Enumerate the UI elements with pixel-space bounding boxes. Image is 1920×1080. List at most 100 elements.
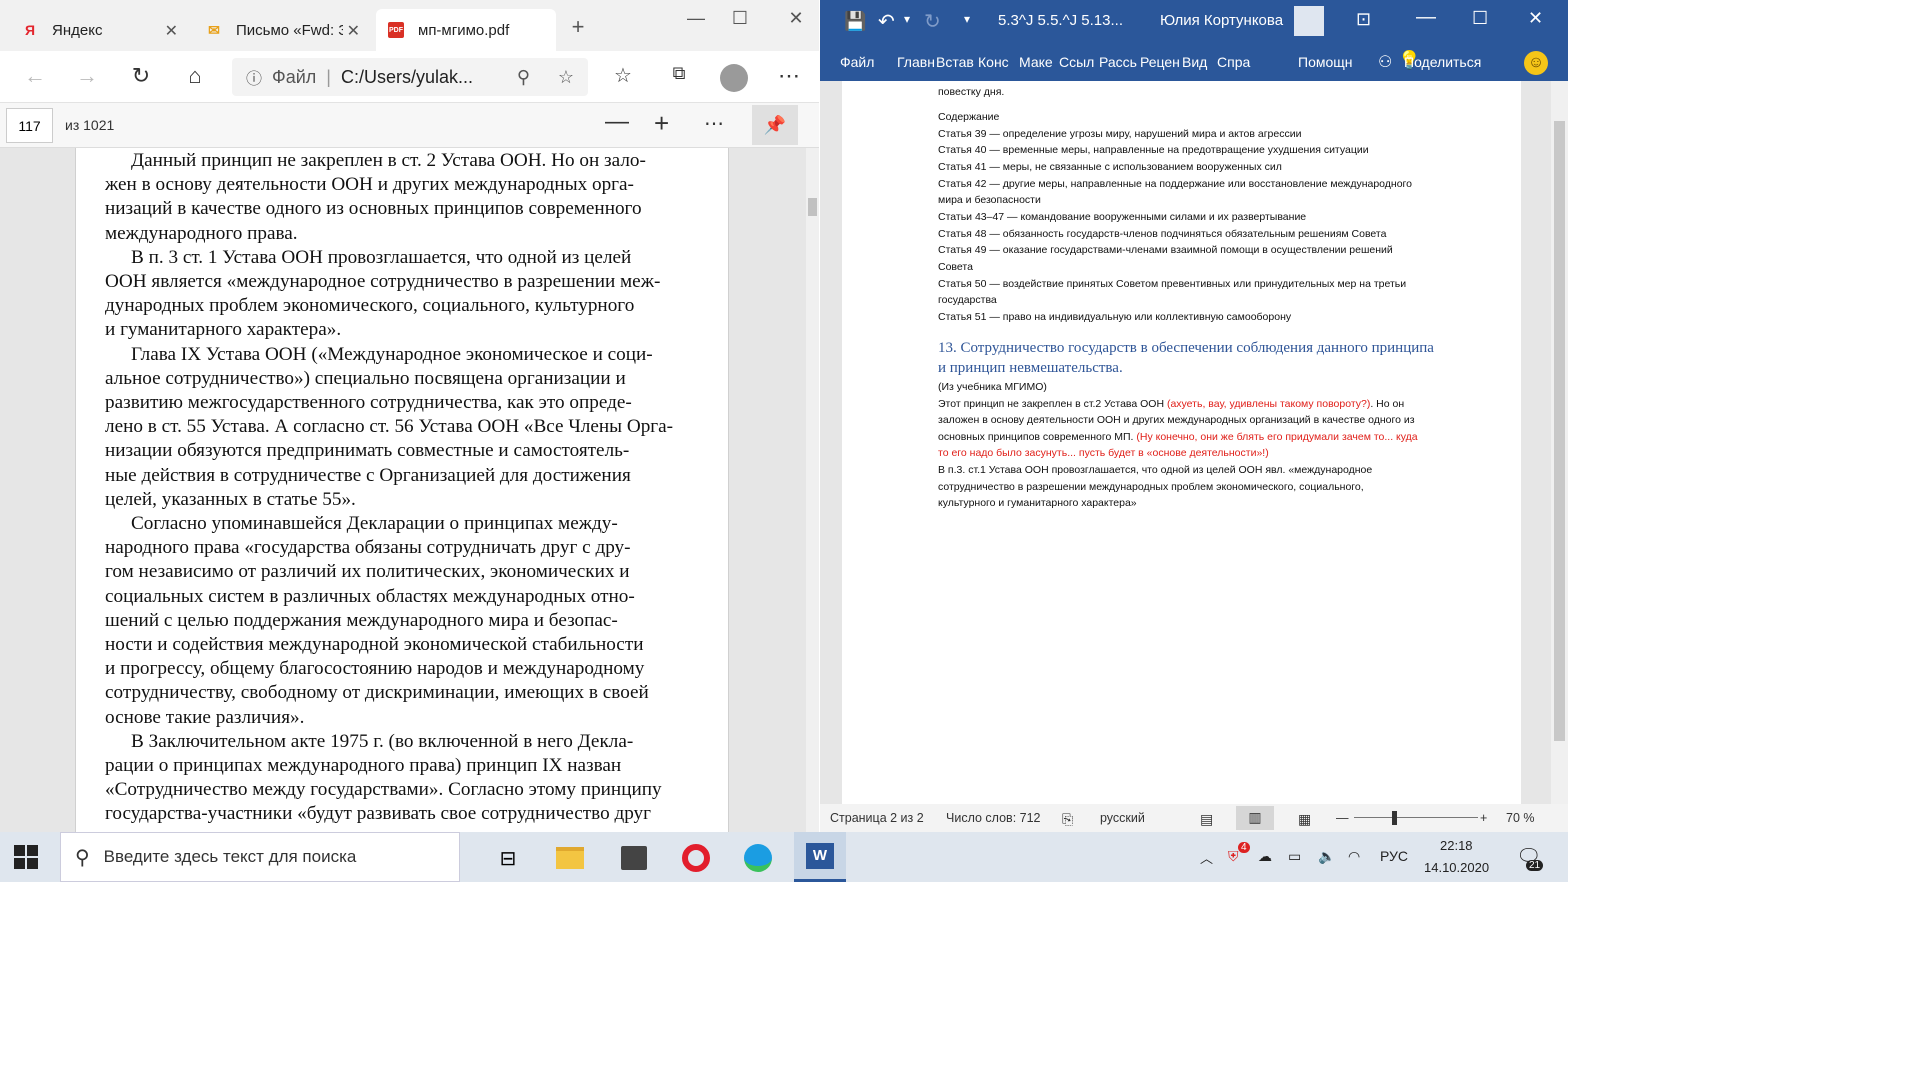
word-count[interactable]: Число слов: 712: [946, 811, 1041, 825]
save-icon[interactable]: 💾: [844, 11, 866, 32]
back-button[interactable]: ←: [20, 63, 50, 89]
pdf-text-line: рации о принципах международного права) …: [105, 755, 622, 776]
smiley-icon[interactable]: ☺: [1524, 51, 1548, 75]
search-box[interactable]: ⚲ Введите здесь текст для поиска: [60, 832, 460, 882]
store-icon[interactable]: [614, 838, 654, 878]
document-scrollbar[interactable]: [1551, 81, 1568, 804]
print-layout-icon[interactable]: ▥: [1236, 806, 1274, 830]
windows-start-icon[interactable]: [14, 845, 38, 869]
battery-icon[interactable]: ▭: [1288, 848, 1301, 865]
maximize-button[interactable]: ☐: [1472, 8, 1488, 29]
page-number-input[interactable]: 117: [6, 108, 53, 143]
scroll-thumb[interactable]: [1554, 121, 1565, 741]
zoom-in-button[interactable]: +: [654, 108, 669, 139]
body-line: заложен в основу деятельности ООН и друг…: [938, 412, 1415, 428]
customize-qat-icon[interactable]: ▾: [964, 12, 970, 26]
pdf-more-button[interactable]: ⋯: [704, 111, 724, 136]
home-button[interactable]: ⌂: [180, 63, 210, 89]
close-window-button[interactable]: ✕: [1528, 8, 1543, 29]
share-button[interactable]: Поделиться: [1404, 54, 1481, 70]
pdf-text-line: шений с целью поддержания международного…: [105, 609, 618, 631]
favorites-button[interactable]: ☆: [608, 63, 638, 88]
notification-badge: 4: [1238, 842, 1250, 853]
pdf-scrollbar[interactable]: [806, 148, 819, 832]
ribbon-tab[interactable]: Спра: [1217, 54, 1250, 70]
close-tab-icon[interactable]: ✕: [165, 21, 178, 41]
cloud-icon[interactable]: ☁: [1258, 848, 1272, 865]
tell-me-field[interactable]: Помощн: [1298, 54, 1353, 70]
refresh-button[interactable]: ↻: [126, 63, 156, 89]
ribbon-tab[interactable]: Рецен: [1140, 54, 1180, 70]
zoom-level[interactable]: 70 %: [1506, 811, 1535, 825]
web-layout-icon[interactable]: ▦: [1298, 811, 1311, 828]
more-menu-button[interactable]: ⋯: [774, 63, 804, 89]
star-icon[interactable]: ☆: [558, 67, 574, 88]
avatar[interactable]: [1294, 6, 1324, 36]
opera-icon[interactable]: [676, 838, 716, 878]
close-window-button[interactable]: ✕: [776, 8, 816, 29]
collections-button[interactable]: ⧉: [664, 63, 694, 84]
pdf-text-line: целей, указанных в статье 55».: [105, 488, 356, 510]
pdf-text-line: «Сотрудничество между государствами». Со…: [105, 779, 662, 801]
file-explorer-icon[interactable]: [550, 838, 590, 878]
language[interactable]: русский: [1100, 811, 1145, 825]
zoom-icon[interactable]: ⚲: [517, 67, 530, 88]
minimize-button[interactable]: —: [1416, 6, 1436, 29]
ribbon-tab[interactable]: Главн: [897, 54, 935, 70]
document-line: Статья 39 — определение угрозы миру, нар…: [938, 128, 1302, 140]
document-line: Статья 49 — оказание государствами-члена…: [938, 244, 1393, 256]
new-tab-button[interactable]: +: [558, 14, 598, 40]
zoom-slider-thumb[interactable]: [1392, 811, 1397, 825]
maximize-button[interactable]: ☐: [720, 8, 760, 29]
comment-text: (ахуеть, вау, удивлены такому повороту?): [1166, 398, 1371, 410]
read-mode-icon[interactable]: ▤: [1200, 811, 1213, 828]
redo-icon[interactable]: ↻: [924, 9, 941, 34]
clock-date[interactable]: 14.10.2020: [1424, 860, 1489, 875]
chevron-up-icon[interactable]: ︿: [1200, 848, 1213, 867]
task-view-icon[interactable]: ⊟: [488, 838, 528, 878]
word-taskbar-icon[interactable]: W: [794, 832, 846, 882]
undo-dropdown-icon[interactable]: ▾: [904, 12, 910, 26]
body-line: (Из учебника МГИМО): [938, 379, 1047, 395]
pdf-text-line: сотрудничеству, свободному от дискримина…: [105, 682, 649, 704]
ribbon-tab[interactable]: Конс: [978, 54, 1009, 70]
edge-icon[interactable]: [738, 838, 778, 878]
language-indicator[interactable]: РУС: [1380, 848, 1408, 864]
ribbon-tab[interactable]: Маке: [1019, 54, 1053, 70]
zoom-in-button[interactable]: +: [1480, 811, 1487, 825]
zoom-slider[interactable]: [1354, 817, 1478, 818]
pin-icon[interactable]: 📌: [752, 105, 798, 145]
pdf-text-line: развитию межгосударственного сотрудничес…: [105, 392, 632, 413]
tab-mail[interactable]: ✉ Письмо «Fwd: З ✕: [194, 9, 372, 51]
ribbon-tab[interactable]: Вид: [1182, 54, 1207, 70]
undo-icon[interactable]: ↶: [878, 9, 895, 34]
body-text: (Из учебника МГИМО): [938, 381, 1047, 393]
antivirus-icon[interactable]: ⛨: [1228, 848, 1239, 865]
word-title-bar: 💾 ↶ ▾ ↻ ▾ 5.3^J 5.5.^J 5.13... Юлия Корт…: [820, 0, 1568, 44]
address-field[interactable]: ⓘ Файл | C:/Users/yulak... ⚲ ☆: [232, 58, 588, 96]
close-tab-icon[interactable]: ✕: [342, 21, 360, 41]
scroll-thumb[interactable]: [808, 198, 817, 216]
zoom-out-button[interactable]: —: [1336, 811, 1349, 825]
pdf-text-line: В п. 3 ст. 1 Устава ООН провозглашается,…: [131, 246, 632, 268]
ribbon-tab[interactable]: Ссыл: [1059, 54, 1094, 70]
tab-pdf[interactable]: PDF мп-мгимо.pdf: [376, 9, 556, 51]
avatar[interactable]: [720, 64, 748, 92]
tab-yandex[interactable]: Я Яндекс ✕: [10, 9, 190, 51]
minimize-button[interactable]: —: [676, 8, 716, 29]
page-count[interactable]: Страница 2 из 2: [830, 811, 924, 825]
proofing-icon[interactable]: ⎘: [1062, 811, 1073, 828]
ribbon-tab[interactable]: Рассь: [1099, 54, 1137, 70]
wifi-icon[interactable]: ◠: [1348, 848, 1360, 865]
pdf-text-line: гом независимо от различий их политическ…: [105, 561, 630, 583]
ribbon-tab[interactable]: Файл: [840, 54, 874, 70]
page-total: из 1021: [65, 117, 115, 133]
zoom-out-button[interactable]: —: [605, 108, 629, 136]
forward-button[interactable]: →: [72, 63, 102, 89]
search-icon: ⚲: [75, 846, 90, 869]
ribbon-display-icon[interactable]: ⊡: [1356, 9, 1371, 30]
clock-time[interactable]: 22:18: [1440, 838, 1473, 853]
document-line: Статья 51 — право на индивидуальную или …: [938, 311, 1292, 323]
volume-icon[interactable]: 🔈: [1318, 848, 1335, 865]
ribbon-tab[interactable]: Встав: [936, 54, 974, 70]
